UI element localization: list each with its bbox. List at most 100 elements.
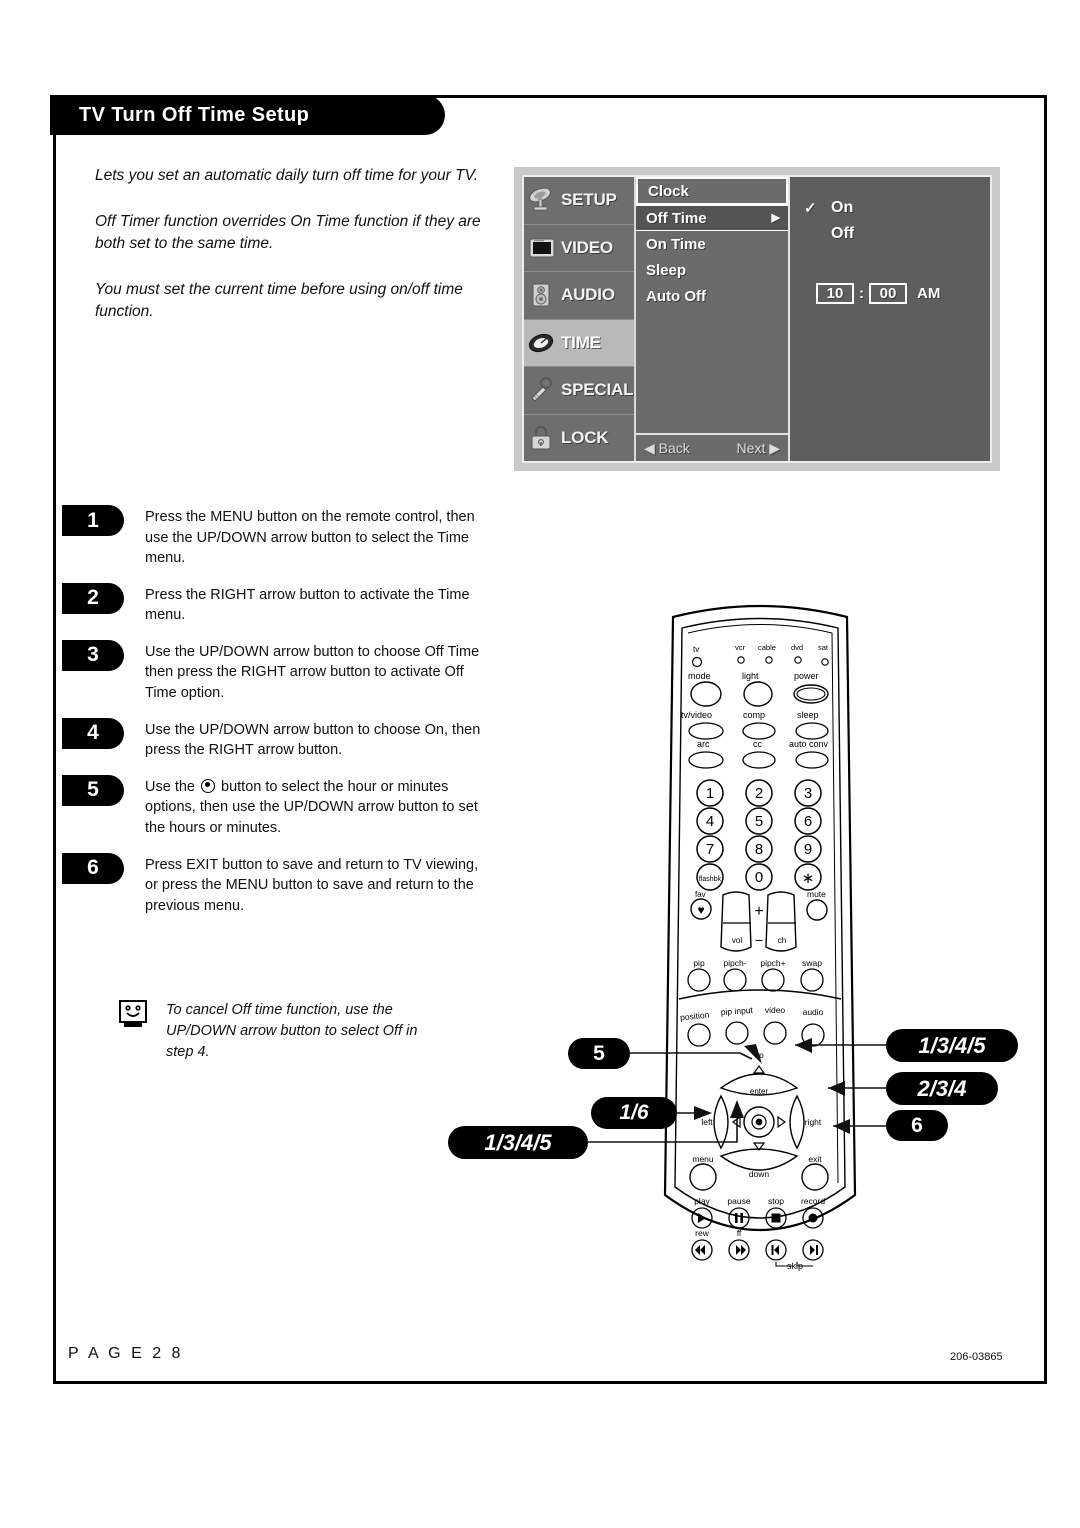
minute-field[interactable]: 00	[869, 283, 907, 304]
step-item: 6 Press EXIT button to save and return t…	[62, 852, 482, 917]
osd-item-label: Off Time	[646, 209, 707, 227]
osd-item-on-time[interactable]: On Time	[636, 231, 788, 257]
svg-text:∗: ∗	[802, 870, 815, 887]
remote-label-left: left	[701, 1117, 713, 1127]
osd-category-special[interactable]: SPECIAL	[524, 367, 634, 415]
osd-category-audio[interactable]: AUDIO	[524, 272, 634, 320]
osd-category-time[interactable]: TIME	[524, 319, 634, 367]
clock-icon	[527, 329, 557, 357]
remote-label-audio: audio	[803, 1007, 824, 1017]
fastforward-icon	[736, 1245, 746, 1255]
pause-icon	[735, 1213, 738, 1223]
osd-item-clock[interactable]: Clock	[636, 177, 788, 205]
remote-label-arc: arc	[697, 739, 710, 749]
callout-right-button: 2/3/4	[886, 1072, 998, 1105]
step-text: Press the MENU button on the remote cont…	[145, 509, 475, 567]
osd-back-button[interactable]: ◀ Back	[644, 440, 690, 457]
callout-exit-button: 6	[886, 1110, 948, 1141]
osd-category-label: SPECIAL	[561, 380, 634, 400]
osd-option-on[interactable]: ✓ On	[804, 199, 853, 217]
svg-text:2: 2	[755, 785, 763, 802]
remote-label-sleep: sleep	[797, 710, 819, 720]
step-number-badge: 2	[62, 582, 124, 614]
rewind-icon	[695, 1245, 705, 1255]
osd-category-label: AUDIO	[561, 285, 615, 305]
svg-text:1: 1	[706, 785, 714, 802]
osd-menu-panel: SETUP VIDEO AUDIO TIME SPECIAL LOCK Cloc…	[514, 167, 1000, 471]
satellite-dish-icon	[527, 186, 557, 214]
intro-paragraph-1: Lets you set an automatic daily turn off…	[95, 167, 479, 184]
svg-text:5: 5	[755, 813, 763, 830]
page-title-banner: TV Turn Off Time Setup	[50, 95, 445, 135]
remote-label-pause: pause	[727, 1196, 750, 1206]
remote-label-rew: rew	[695, 1228, 710, 1238]
osd-category-label: VIDEO	[561, 237, 613, 257]
osd-category-sidebar: SETUP VIDEO AUDIO TIME SPECIAL LOCK	[524, 177, 636, 461]
enter-button-icon	[201, 778, 215, 793]
note-block: To cancel Off time function, use the UP/…	[118, 1000, 448, 1063]
remote-label-play: play	[694, 1196, 710, 1206]
remote-label-swap: swap	[802, 958, 822, 968]
svg-text:6: 6	[804, 813, 812, 830]
remote-control-illustration: tv vcr cable dvd sat mode light power tv…	[655, 595, 865, 1275]
step-text-5: Use the button to select the hour or min…	[145, 775, 482, 839]
remote-label-pipch-plus: pipch+	[760, 958, 785, 968]
intro-paragraph-2: Off Timer function overrides On Time fun…	[95, 213, 481, 252]
step-number-badge: 3	[62, 639, 124, 671]
svg-text:9: 9	[804, 841, 812, 858]
remote-label-menu: menu	[692, 1154, 714, 1164]
remote-label-record: record	[801, 1196, 825, 1206]
footer-page-number: P A G E 2 8	[68, 1345, 184, 1362]
step-text-before: Use the	[145, 778, 199, 795]
osd-item-sleep[interactable]: Sleep	[636, 257, 788, 283]
svg-text:8: 8	[755, 841, 763, 858]
step-item: 4 Use the UP/DOWN arrow button to choose…	[62, 717, 482, 761]
speaker-icon	[527, 281, 557, 309]
hour-field[interactable]: 10	[816, 283, 854, 304]
svg-text:7: 7	[706, 841, 714, 858]
step-number-badge: 5	[62, 774, 124, 806]
step-item: 3 Use the UP/DOWN arrow button to choose…	[62, 639, 482, 704]
osd-option-label: Off	[831, 225, 855, 242]
osd-item-off-time[interactable]: Off Time ▶	[636, 205, 788, 231]
remote-label-pip: pip	[693, 958, 705, 968]
osd-list-spacer	[636, 309, 788, 433]
step-number-badge: 4	[62, 717, 124, 749]
remote-label-mode: mode	[688, 671, 711, 681]
svg-text:3: 3	[804, 785, 812, 802]
tv-screen-icon	[527, 234, 557, 262]
remote-label-cable: cable	[758, 643, 776, 652]
osd-category-lock[interactable]: LOCK	[524, 415, 634, 462]
osd-option-off[interactable]: Off	[804, 225, 854, 243]
osd-next-button[interactable]: Next ▶	[737, 440, 780, 457]
remote-label-dvd: dvd	[791, 643, 803, 652]
osd-option-label: On	[831, 199, 854, 216]
stop-icon	[771, 1213, 781, 1223]
heart-icon: ♥	[697, 903, 704, 917]
skip-forward-icon	[810, 1245, 815, 1255]
remote-label-stop: stop	[768, 1196, 784, 1206]
remote-label-video: video	[765, 1005, 786, 1015]
remote-label-autoconv: auto conv	[789, 739, 829, 749]
osd-category-setup[interactable]: SETUP	[524, 177, 634, 225]
osd-item-auto-off[interactable]: Auto Off	[636, 283, 788, 309]
osd-category-label: LOCK	[561, 427, 609, 447]
note-text: To cancel Off time function, use the UP/…	[166, 1002, 418, 1061]
svg-text:4: 4	[706, 813, 714, 830]
remote-label-tv: tv	[693, 645, 699, 654]
remote-label-fav: fav	[695, 890, 706, 899]
osd-category-label: SETUP	[561, 190, 617, 210]
record-icon	[808, 1213, 818, 1223]
step-number-badge: 6	[62, 852, 124, 884]
step-text: Press the RIGHT arrow button to activate…	[145, 586, 470, 624]
osd-category-video[interactable]: VIDEO	[524, 225, 634, 272]
step-text: Press EXIT button to save and return to …	[145, 856, 479, 914]
callout-menu-button: 1/6	[591, 1097, 677, 1129]
step-item: 1 Press the MENU button on the remote co…	[62, 505, 482, 569]
remote-label-ch: ch	[778, 936, 786, 945]
remote-label-exit: exit	[808, 1154, 822, 1164]
checkmark-icon: ✓	[804, 200, 817, 217]
remote-label-light: light	[742, 671, 759, 681]
step-text: Use the UP/DOWN arrow button to choose O…	[145, 643, 480, 702]
remote-label-vol: vol	[732, 936, 742, 945]
